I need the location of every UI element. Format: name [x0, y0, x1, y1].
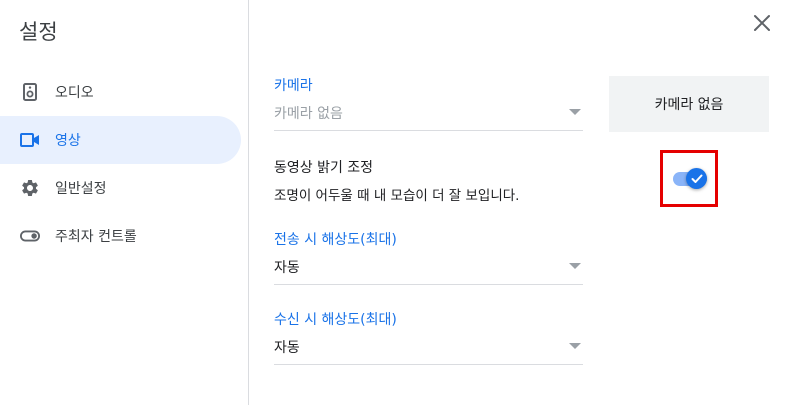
- camera-select-value: 카메라 없음: [274, 105, 343, 122]
- close-button[interactable]: [751, 12, 773, 34]
- chevron-down-icon: [569, 343, 581, 349]
- chevron-down-icon: [569, 263, 581, 269]
- sidebar-item-general[interactable]: 일반설정: [0, 164, 249, 212]
- camera-preview-text: 카메라 없음: [654, 97, 724, 113]
- brightness-toggle-thumb[interactable]: [686, 168, 707, 189]
- sidebar-item-label: 영상: [55, 133, 81, 149]
- brightness-title: 동영상 밝기 조정: [274, 160, 374, 176]
- close-icon: [751, 15, 773, 38]
- highlight-box: [660, 150, 718, 207]
- sidebar-item-label: 일반설정: [55, 181, 107, 197]
- speaker-icon: [20, 82, 40, 102]
- toggle-icon: [20, 226, 40, 246]
- send-resolution-label: 전송 시 해상도(최대): [274, 232, 397, 248]
- camera-label: 카메라: [274, 78, 313, 94]
- videocam-icon: [20, 130, 40, 150]
- camera-preview: 카메라 없음: [609, 76, 769, 132]
- receive-resolution-value: 자동: [274, 339, 300, 356]
- checkmark-icon: [691, 169, 703, 188]
- settings-nav: 오디오 영상 일반설정 주최자 컨트롤: [0, 68, 249, 260]
- settings-sidebar: 설정 오디오 영상 일반설정 주최자 컨트롤: [0, 0, 249, 405]
- receive-resolution-select[interactable]: 자동: [274, 329, 583, 365]
- sidebar-item-video[interactable]: 영상: [0, 116, 241, 164]
- receive-resolution-label: 수신 시 해상도(최대): [274, 312, 397, 328]
- send-resolution-value: 자동: [274, 259, 300, 276]
- brightness-description: 조명이 어두울 때 내 모습이 더 잘 보입니다.: [274, 188, 520, 204]
- sidebar-item-label: 주최자 컨트롤: [55, 229, 137, 245]
- sidebar-item-audio[interactable]: 오디오: [0, 68, 249, 116]
- send-resolution-select[interactable]: 자동: [274, 249, 583, 285]
- chevron-down-icon: [569, 109, 581, 115]
- dialog-title: 설정: [19, 20, 58, 44]
- sidebar-item-host-controls[interactable]: 주최자 컨트롤: [0, 212, 249, 260]
- camera-select[interactable]: 카메라 없음: [274, 95, 583, 131]
- sidebar-item-label: 오디오: [55, 85, 94, 101]
- gear-icon: [20, 178, 40, 198]
